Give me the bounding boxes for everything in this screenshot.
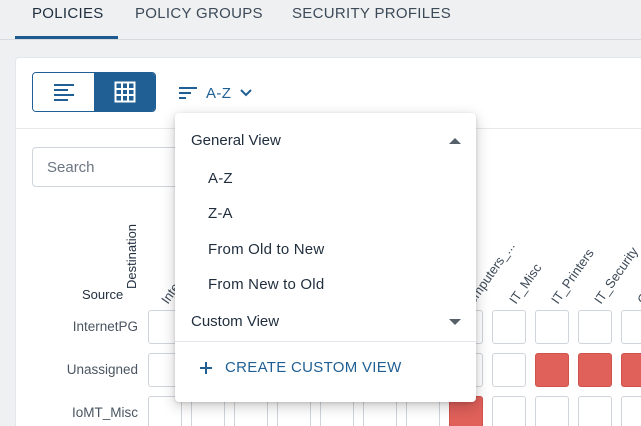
matrix-cell[interactable]	[578, 310, 612, 344]
matrix-cell[interactable]	[578, 396, 612, 426]
sort-dropdown-menu: General View A-Z Z-A From Old to New Fro…	[175, 113, 476, 402]
sort-option-new-to-old[interactable]: From New to Old	[208, 276, 324, 293]
grid-view-button[interactable]	[94, 73, 155, 111]
sort-option-z-a[interactable]: Z-A	[208, 205, 233, 222]
matrix-cell[interactable]	[535, 353, 569, 387]
create-custom-view-button[interactable]: CREATE CUSTOM VIEW	[199, 359, 402, 376]
custom-view-header[interactable]: Custom View	[191, 313, 461, 330]
caret-down-icon	[449, 318, 461, 325]
sort-option-a-z[interactable]: A-Z	[208, 170, 233, 187]
source-axis-label: Source	[82, 287, 124, 302]
row-label: Unassigned	[66, 362, 138, 377]
view-toggle	[32, 72, 156, 112]
destination-axis-label: Destination	[124, 223, 139, 289]
matrix-cell[interactable]	[535, 396, 569, 426]
matrix-cell[interactable]	[621, 310, 641, 344]
create-custom-view-label: CREATE CUSTOM VIEW	[225, 359, 402, 376]
sort-label: A-Z	[206, 84, 232, 102]
row-label: InternetPG	[72, 319, 138, 334]
tab-bar: POLICIES POLICY GROUPS SECURITY PROFILES	[0, 0, 641, 40]
matrix-cell[interactable]	[578, 353, 612, 387]
matrix-cell[interactable]	[492, 310, 526, 344]
general-view-header[interactable]: General View	[191, 132, 461, 149]
matrix-cell[interactable]	[492, 396, 526, 426]
list-view-button[interactable]	[33, 73, 94, 111]
chevron-down-icon	[240, 89, 253, 97]
matrix-cell[interactable]	[621, 353, 641, 387]
dropdown-divider	[175, 341, 476, 342]
tab-security-profiles[interactable]: SECURITY PROFILES	[292, 5, 451, 22]
tab-policy-groups[interactable]: POLICY GROUPS	[135, 5, 263, 22]
custom-view-label: Custom View	[191, 313, 280, 330]
general-view-label: General View	[191, 132, 281, 149]
grid-view-icon	[114, 81, 135, 103]
plus-icon	[200, 361, 212, 374]
sort-dropdown-trigger[interactable]: A-Z	[178, 82, 253, 104]
matrix-cell[interactable]	[535, 310, 569, 344]
list-view-icon	[53, 84, 74, 101]
row-label: IoMT_Misc	[71, 405, 138, 420]
active-tab-indicator	[15, 36, 118, 39]
caret-up-icon	[449, 137, 461, 144]
matrix-cell[interactable]	[492, 353, 526, 387]
matrix-cell[interactable]	[621, 396, 641, 426]
sort-option-old-to-new[interactable]: From Old to New	[208, 241, 324, 258]
tab-policies[interactable]: POLICIES	[32, 5, 104, 22]
sort-icon	[179, 87, 197, 99]
